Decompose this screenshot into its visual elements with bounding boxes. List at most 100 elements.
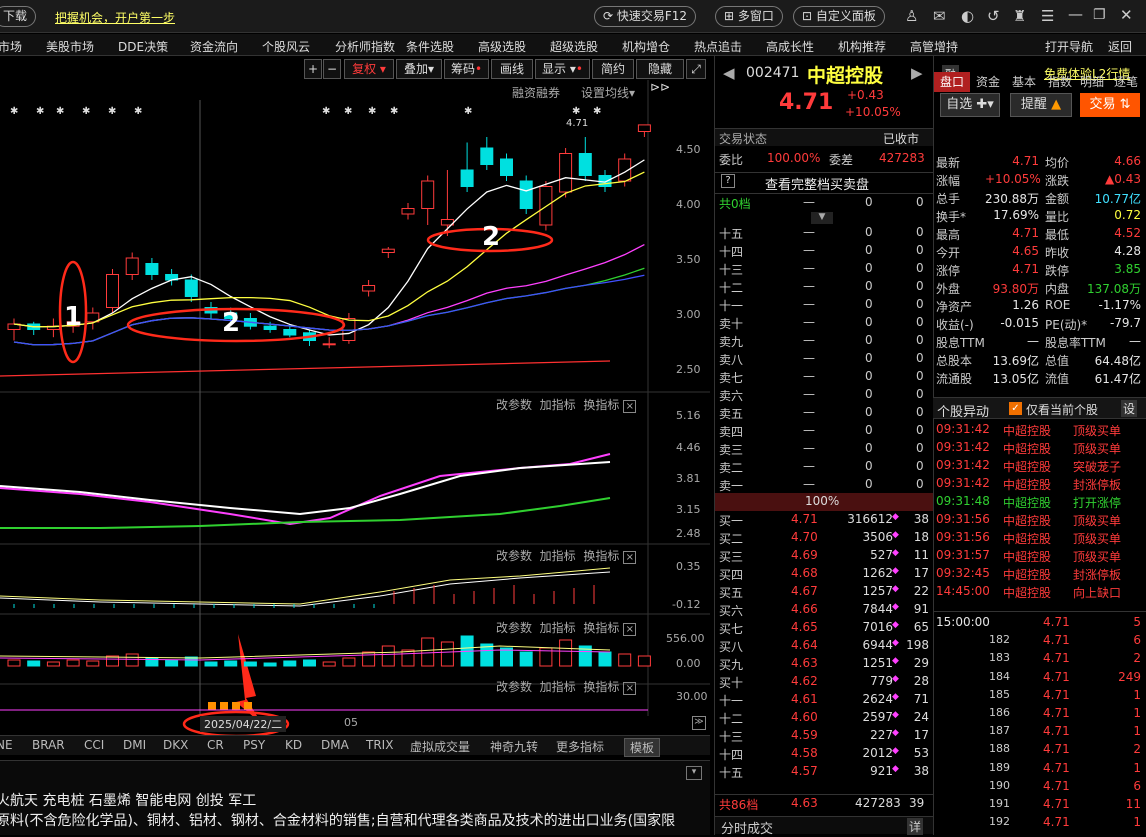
tab-dkx[interactable]: DKX: [163, 738, 188, 752]
yidong-item[interactable]: 09:31:42 中超控股 顶级买单: [933, 439, 1146, 457]
tab-zhishu[interactable]: 指数: [1042, 72, 1078, 92]
nav-item-adv[interactable]: 高级选股: [478, 38, 526, 55]
zoom-out-button[interactable]: −: [323, 59, 341, 79]
ind3-swap[interactable]: 换指标: [583, 621, 619, 635]
nav-item-stock[interactable]: 个股风云: [262, 38, 310, 55]
ind3-param[interactable]: 改参数: [496, 621, 532, 635]
tab-pankou[interactable]: 盘口: [934, 72, 970, 92]
yidong-item[interactable]: 09:31:42 中超控股 封涨停板: [933, 475, 1146, 493]
chouma-button[interactable]: 筹码•: [444, 59, 489, 79]
tab-more[interactable]: 更多指标: [556, 738, 604, 755]
ind4-close-icon[interactable]: ×: [623, 682, 637, 695]
yidong-item[interactable]: 09:31:57 中超控股 顶级买单: [933, 547, 1146, 565]
ind2-param[interactable]: 改参数: [496, 549, 532, 563]
open-nav-button[interactable]: 打开导航: [1045, 38, 1093, 55]
tab-cr[interactable]: CR: [207, 738, 224, 752]
zixuan-button[interactable]: 自选 ✚▾: [940, 93, 1000, 117]
view-all-row[interactable]: ? 查看完整档买卖盘: [715, 172, 933, 193]
nav-item-exec[interactable]: 高管增持: [910, 38, 958, 55]
ind4-swap[interactable]: 换指标: [583, 680, 619, 694]
yidong-item[interactable]: 09:31:56 中超控股 顶级买单: [933, 529, 1146, 547]
ind3-add[interactable]: 加指标: [540, 621, 576, 635]
tab-brar[interactable]: BRAR: [32, 738, 65, 752]
nav-item-super[interactable]: 超级选股: [550, 38, 598, 55]
nav-item-market[interactable]: 市场: [0, 38, 22, 55]
prev-stock-icon[interactable]: ◀: [723, 64, 735, 82]
yidong-item[interactable]: 09:31:56 中超控股 顶级买单: [933, 511, 1146, 529]
tab-ne[interactable]: NE: [0, 738, 13, 752]
tab-kd[interactable]: KD: [285, 738, 302, 752]
restore-icon[interactable]: ❐: [1093, 7, 1106, 23]
yidong-item[interactable]: 09:31:48 中超控股 打开涨停: [933, 493, 1146, 511]
ind4-param[interactable]: 改参数: [496, 680, 532, 694]
tab-zhubi[interactable]: 逐笔: [1108, 72, 1144, 92]
yidong-item[interactable]: 09:31:42 中超控股 顶级买单: [933, 421, 1146, 439]
tab-trix[interactable]: TRIX: [366, 738, 393, 752]
nav-item-growth[interactable]: 高成长性: [766, 38, 814, 55]
zoom-in-button[interactable]: +: [304, 59, 322, 79]
user-icon[interactable]: ♙: [905, 7, 918, 25]
next-stock-icon[interactable]: ▶: [911, 64, 923, 82]
ma-setting-button[interactable]: 设置均线▾: [581, 84, 635, 101]
tab-jiben[interactable]: 基本: [1006, 72, 1042, 92]
tab-mingxi[interactable]: 明细: [1074, 72, 1110, 92]
trade-button[interactable]: 交易 ⇅: [1080, 93, 1140, 117]
scroll-right-icon[interactable]: ≫: [692, 716, 706, 730]
tab-zijin[interactable]: 资金: [970, 72, 1006, 92]
tixing-button[interactable]: 提醒 ▲: [1010, 93, 1072, 117]
yincang-button[interactable]: 隐藏 ⊳⊳: [636, 59, 684, 94]
nav-item-hot[interactable]: 热点追击: [694, 38, 742, 55]
fast-trade-button[interactable]: ⟳ 快速交易F12: [594, 6, 697, 27]
ind2-swap[interactable]: 换指标: [583, 549, 619, 563]
ind1-param[interactable]: 改参数: [496, 398, 532, 412]
skin-icon[interactable]: ◐: [961, 7, 974, 25]
nav-item-us[interactable]: 美股市场: [46, 38, 94, 55]
ind1-swap[interactable]: 换指标: [583, 398, 619, 412]
tab-dmi[interactable]: DMI: [123, 738, 146, 752]
yidong-item[interactable]: 09:32:45 中超控股 封涨停板: [933, 565, 1146, 583]
mail-icon[interactable]: ✉: [933, 7, 946, 25]
ind1-add[interactable]: 加指标: [540, 398, 576, 412]
detail-button[interactable]: 详: [907, 818, 924, 835]
checkbox-icon[interactable]: ✓: [1009, 402, 1022, 415]
nav-item-recommend[interactable]: 机构推荐: [838, 38, 886, 55]
back-button[interactable]: 返回: [1108, 38, 1132, 55]
menu-icon[interactable]: ☰: [1041, 7, 1054, 25]
xianshi-button[interactable]: 显示 ▾•: [535, 59, 590, 79]
tab-dma[interactable]: DMA: [321, 738, 349, 752]
slogan-link[interactable]: 把握机会，开户第一步: [55, 9, 175, 26]
fuquan-button[interactable]: 复权 ▾: [344, 59, 394, 79]
download-button[interactable]: 下载: [0, 6, 37, 27]
multi-window-button[interactable]: ⊞ 多窗口: [715, 6, 783, 27]
ind2-close-icon[interactable]: ×: [623, 551, 637, 564]
nav-item-fund[interactable]: 资金流向: [190, 38, 238, 55]
shirt-icon[interactable]: ♜: [1013, 7, 1026, 25]
undo-icon[interactable]: ↺: [987, 7, 1000, 25]
close-icon[interactable]: ✕: [1120, 6, 1133, 24]
ind2-add[interactable]: 加指标: [540, 549, 576, 563]
view-full-book-link[interactable]: 查看完整档买卖盘: [765, 174, 869, 193]
ind1-close-icon[interactable]: ×: [623, 400, 637, 413]
expand-down-icon[interactable]: ▼: [811, 212, 833, 224]
yidong-item[interactable]: 14:45:00 中超控股 向上缺口: [933, 583, 1146, 601]
expand-icon[interactable]: ⤢: [686, 59, 706, 79]
diejia-button[interactable]: 叠加▾: [396, 59, 442, 79]
collapse-icon[interactable]: ▾: [686, 766, 702, 780]
tab-template[interactable]: 模板: [624, 738, 661, 757]
minimize-icon[interactable]: —: [1068, 5, 1083, 23]
help-icon[interactable]: ?: [721, 174, 735, 188]
jianyue-button[interactable]: 简约: [592, 59, 634, 79]
rzrq-label[interactable]: 融资融券: [512, 84, 560, 101]
only-current-label[interactable]: 仅看当前个股: [1026, 401, 1098, 418]
nav-item-inst[interactable]: 机构增仓: [622, 38, 670, 55]
ind3-close-icon[interactable]: ×: [623, 623, 637, 636]
tab-psy[interactable]: PSY: [243, 738, 265, 752]
tab-vvol[interactable]: 虚拟成交量: [410, 738, 470, 755]
yidong-item[interactable]: 09:31:42 中超控股 突破茏子: [933, 457, 1146, 475]
nav-item-cond[interactable]: 条件选股: [406, 38, 454, 55]
ind4-add[interactable]: 加指标: [540, 680, 576, 694]
nav-item-dde[interactable]: DDE决策: [118, 38, 168, 55]
tab-cci[interactable]: CCI: [84, 738, 104, 752]
yidong-settings-button[interactable]: 设: [1121, 400, 1138, 417]
nav-item-analyst[interactable]: 分析师指数: [335, 38, 395, 55]
